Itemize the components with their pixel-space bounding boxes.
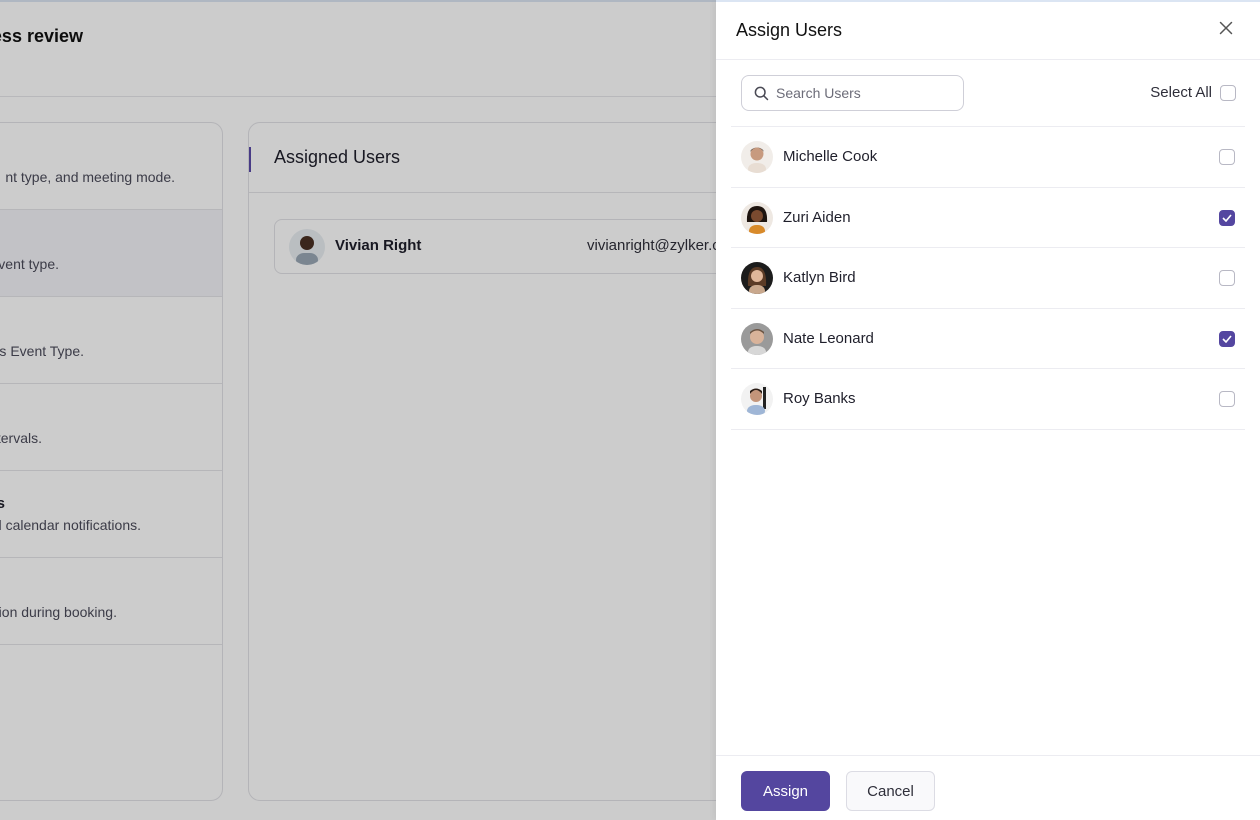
user-checkbox[interactable] (1219, 270, 1235, 286)
close-icon (1219, 21, 1233, 40)
user-row[interactable]: Katlyn Bird (731, 248, 1245, 309)
select-all-checkbox[interactable] (1220, 84, 1236, 101)
drawer-top-border (716, 0, 1260, 2)
user-checkbox[interactable] (1219, 209, 1235, 226)
user-name: Roy Banks (783, 390, 856, 407)
search-users-field[interactable] (741, 75, 964, 111)
user-row[interactable]: Roy Banks (731, 369, 1245, 430)
user-name: Katlyn Bird (783, 269, 856, 286)
cancel-button[interactable]: Cancel (846, 771, 935, 811)
user-row[interactable]: Zuri Aiden (731, 188, 1245, 248)
user-list: Michelle Cook Zuri Aiden Katlyn Bird Nat… (731, 127, 1245, 430)
user-checkbox[interactable] (1219, 391, 1235, 407)
avatar (741, 201, 773, 234)
drawer-title: Assign Users (736, 20, 843, 40)
drawer-header: Assign Users (716, 0, 1260, 60)
close-button[interactable] (1214, 18, 1238, 42)
user-name: Michelle Cook (783, 148, 878, 165)
user-checkbox[interactable] (1219, 149, 1235, 165)
avatar (741, 141, 773, 173)
select-all-control[interactable]: Select All (1150, 84, 1236, 101)
user-name: Nate Leonard (783, 329, 874, 347)
avatar (741, 262, 773, 294)
user-checkbox[interactable] (1219, 330, 1235, 347)
user-name: Zuri Aiden (783, 208, 851, 226)
search-users-input[interactable] (776, 76, 956, 110)
select-all-label: Select All (1150, 84, 1212, 101)
user-row[interactable]: Nate Leonard (731, 309, 1245, 369)
user-row[interactable]: Michelle Cook (731, 127, 1245, 188)
assign-button[interactable]: Assign (741, 771, 830, 811)
assign-users-drawer: Assign Users Select All Michelle Cook (716, 0, 1260, 820)
avatar (741, 322, 773, 355)
search-icon (754, 86, 769, 106)
avatar (741, 383, 773, 415)
drawer-footer: Assign Cancel (716, 755, 1260, 820)
